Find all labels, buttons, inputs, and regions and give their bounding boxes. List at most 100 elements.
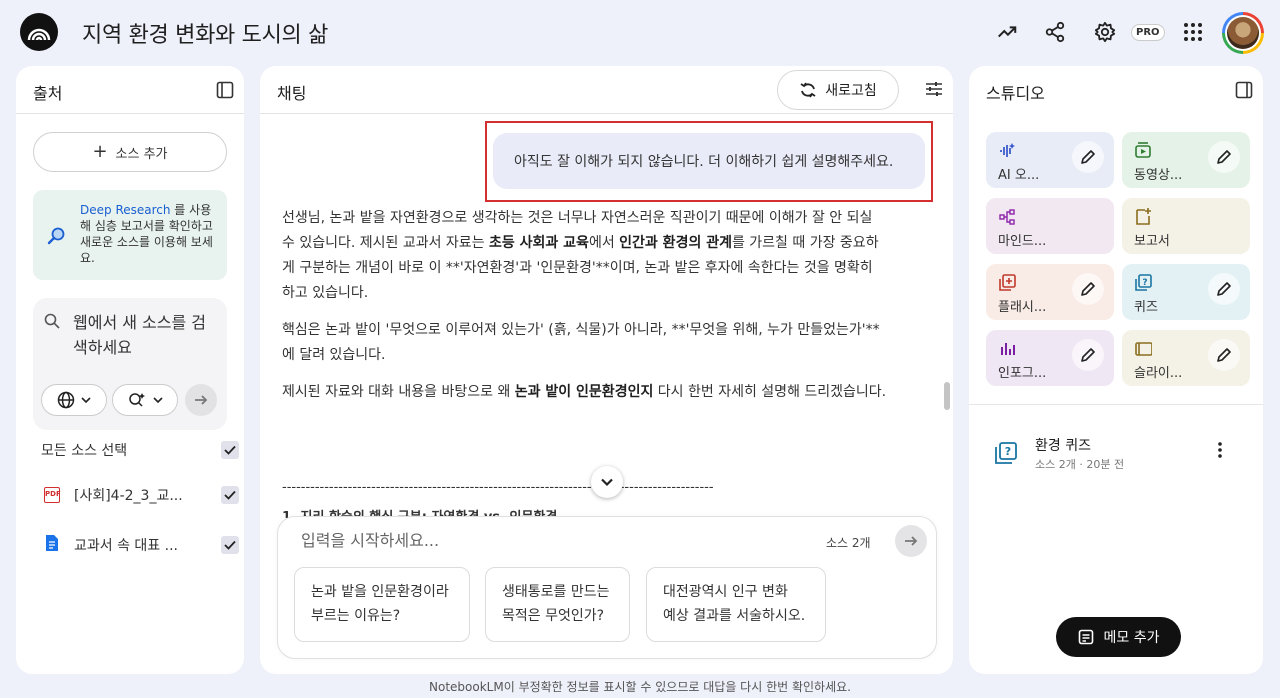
analytics-icon[interactable] (995, 20, 1019, 44)
studio-tile-infographic[interactable]: 인포그... (986, 330, 1114, 386)
send-button[interactable] (895, 525, 927, 557)
chat-input[interactable] (301, 531, 801, 550)
more-vert-icon[interactable] (1217, 442, 1223, 462)
edit-pencil-icon[interactable] (1072, 273, 1104, 305)
collapse-panel-icon[interactable] (216, 81, 234, 103)
notebooklm-logo-icon[interactable] (20, 13, 58, 51)
sources-title: 출처 (33, 84, 63, 103)
quiz-icon: ? (1134, 273, 1152, 295)
quiz-note-icon: ? (994, 441, 1018, 469)
source-checkbox[interactable] (221, 486, 239, 504)
sources-header: 출처 (16, 66, 244, 114)
studio-tile-label: 인포그... (998, 366, 1047, 381)
studio-title: 스튜디오 (986, 84, 1045, 103)
globe-icon (57, 391, 75, 409)
arrow-right-icon (195, 395, 208, 405)
edit-pencil-icon[interactable] (1208, 273, 1240, 305)
reply-paragraph: 제시된 자료와 대화 내용을 바탕으로 왜 논과 밭이 인문환경인지 다시 한번… (282, 384, 887, 400)
studio-tile-label: 보고서 (1134, 234, 1170, 249)
reply-divider: ----------------------------------------… (282, 480, 714, 495)
infographic-icon (998, 339, 1016, 361)
research-mode-dropdown[interactable] (112, 384, 178, 416)
web-source-dropdown[interactable] (41, 384, 107, 416)
studio-header: 스튜디오 (969, 66, 1263, 114)
add-source-button[interactable]: + 소스 추가 (33, 132, 227, 172)
source-item-label: 교과서 속 대표 ... (74, 538, 178, 554)
arrow-right-icon (905, 536, 918, 546)
edit-pencil-icon[interactable] (1208, 339, 1240, 371)
chevron-down-icon (153, 397, 163, 404)
note-add-icon (1078, 629, 1093, 645)
studio-panel: 스튜디오 AI 오... 동영상... 마인드... 보고서 플래시...? 퀴즈 인포그.… (969, 66, 1263, 674)
report-icon (1134, 207, 1152, 229)
flashcard-icon (998, 273, 1016, 295)
select-all-checkbox[interactable] (221, 441, 239, 459)
add-memo-label: 메모 추가 (1103, 630, 1160, 646)
search-icon (43, 312, 61, 334)
collapse-panel-icon[interactable] (1235, 81, 1253, 103)
edit-pencil-icon[interactable] (1072, 141, 1104, 173)
apps-grid-icon[interactable] (1181, 20, 1205, 44)
video-icon (1134, 141, 1152, 163)
studio-tile-label: 플래시... (998, 300, 1047, 315)
chevron-down-icon (81, 397, 91, 404)
deep-research-promo[interactable]: Deep Research 를 사용해 심층 보고서를 확인하고 새로운 소스를… (33, 190, 227, 280)
notebook-title[interactable]: 지역 환경 변화와 도시의 삶 (82, 17, 328, 49)
suggestion-chip[interactable]: 생태통로를 만드는 목적은 무엇인가? (485, 567, 630, 642)
studio-tile-flashcard[interactable]: 플래시... (986, 264, 1114, 320)
pro-badge: PRO (1131, 24, 1165, 41)
deep-research-text: Deep Research 를 사용해 심층 보고서를 확인하고 새로운 소스를… (80, 202, 220, 266)
chevron-down-icon (601, 478, 613, 487)
plus-icon: + (92, 141, 108, 162)
doc-icon (45, 534, 59, 556)
source-item[interactable]: 교과서 속 대표 ... (41, 533, 239, 557)
top-bar: 지역 환경 변화와 도시의 삶 PRO (0, 0, 1280, 64)
studio-tile-label: 마인드... (998, 234, 1047, 249)
settings-icon[interactable] (1093, 20, 1117, 44)
select-all-label: 모든 소스 선택 (41, 443, 128, 459)
studio-tile-quiz[interactable]: ? 퀴즈 (1122, 264, 1250, 320)
share-icon[interactable] (1043, 20, 1067, 44)
assistant-reply: 선생님, 논과 밭을 자연환경으로 생각하는 것은 너무나 자연스러운 직관이기… (282, 206, 887, 417)
suggestion-chip[interactable]: 논과 밭을 인문환경이라 부르는 이유는? (294, 567, 470, 642)
reply-paragraph: 선생님, 논과 밭을 자연환경으로 생각하는 것은 너무나 자연스러운 직관이기… (282, 210, 879, 301)
search-submit-button[interactable] (185, 384, 217, 416)
studio-tile-video[interactable]: 동영상... (1122, 132, 1250, 188)
source-count: 소스 2개 (826, 536, 871, 550)
select-all-sources-row[interactable]: 모든 소스 선택 (41, 438, 239, 462)
studio-tile-report[interactable]: 보고서 (1122, 198, 1250, 254)
disclaimer-footer: NotebookLM이 부정확한 정보를 표시할 수 있으므로 대답을 다시 한… (429, 680, 851, 694)
sources-panel: 출처 + 소스 추가 Deep Research 를 사용해 심층 보고서를 확… (16, 66, 244, 674)
studio-tile-audio[interactable]: AI 오... (986, 132, 1114, 188)
studio-tile-label: 슬라이... (1134, 366, 1183, 381)
mindmap-icon (998, 207, 1016, 229)
add-memo-button[interactable]: 메모 추가 (1056, 617, 1181, 657)
source-item-label: [사회]4-2_3_교... (74, 488, 183, 504)
studio-tile-label: 동영상... (1134, 168, 1183, 183)
studio-tile-mindmap[interactable]: 마인드... (986, 198, 1114, 254)
scroll-down-button[interactable] (591, 466, 623, 498)
source-item[interactable]: PDF [사회]4-2_3_교... (41, 483, 239, 507)
studio-tile-slides[interactable]: 슬라이... (1122, 330, 1250, 386)
chat-panel: 채팅 새로고침 아직도 잘 이해가 되지 않습니다. 더 이해하기 쉽게 설명해… (260, 66, 953, 674)
note-meta: 소스 2개 · 20분 전 (1035, 458, 1125, 471)
web-search-box[interactable]: 웹에서 새 소스를 검색하세요 (33, 298, 227, 430)
add-source-label: 소스 추가 (115, 146, 168, 162)
refresh-label: 새로고침 (825, 83, 877, 99)
studio-tile-label: 퀴즈 (1134, 300, 1158, 315)
search-input[interactable]: 웹에서 새 소스를 검색하세요 (73, 310, 213, 360)
user-avatar[interactable] (1222, 12, 1264, 54)
sparkle-search-icon (129, 393, 145, 407)
note-title[interactable]: 환경 퀴즈 (1035, 435, 1091, 455)
suggestion-chip[interactable]: 대전광역시 인구 변화 예상 결과를 서술하시오. (646, 567, 826, 642)
edit-pencil-icon[interactable] (1072, 339, 1104, 371)
deep-research-link[interactable]: Deep Research (80, 203, 170, 217)
chat-scrollbar[interactable] (944, 382, 950, 410)
reply-paragraph: 핵심은 논과 밭이 '무엇으로 이루어져 있는가' (흙, 식물)가 아니라, … (282, 322, 880, 363)
source-checkbox[interactable] (221, 536, 239, 554)
pdf-icon: PDF (44, 487, 61, 503)
tune-icon[interactable] (924, 79, 944, 103)
edit-pencil-icon[interactable] (1208, 141, 1240, 173)
audio-icon (998, 141, 1016, 163)
refresh-button[interactable]: 새로고침 (777, 70, 899, 110)
